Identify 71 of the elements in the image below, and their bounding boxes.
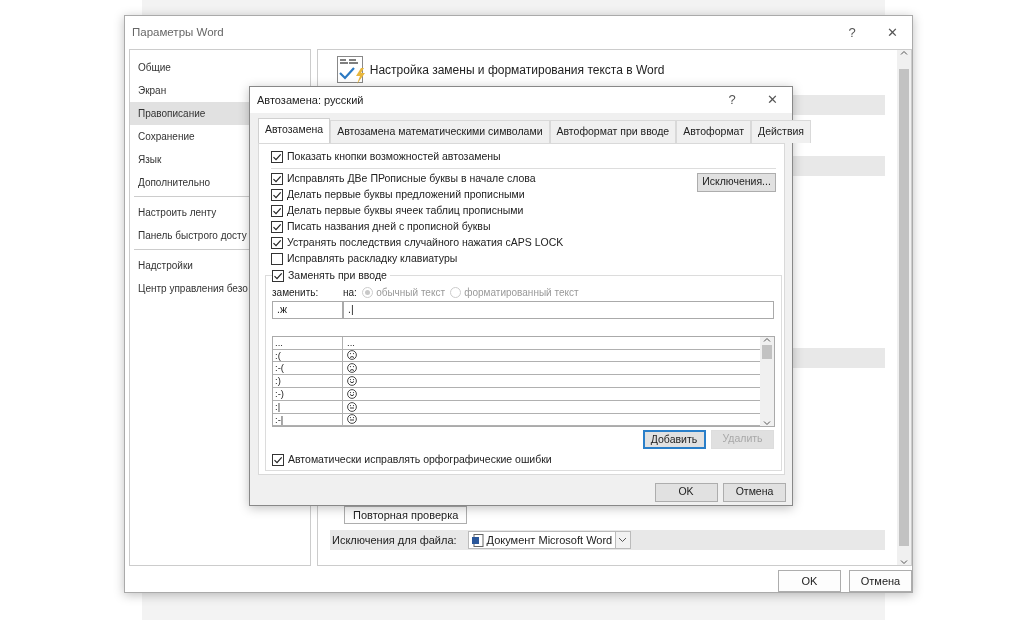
checkbox[interactable]: [271, 236, 283, 249]
tab[interactable]: Действия: [751, 120, 812, 143]
smile-face-icon: [347, 388, 357, 399]
close-button[interactable]: ✕: [872, 21, 912, 44]
smile-face-icon: [347, 376, 357, 387]
checkbox-label: Заменять при вводе: [288, 267, 387, 283]
checkbox[interactable]: [271, 252, 283, 265]
checkbox[interactable]: [272, 453, 284, 466]
cancel-button[interactable]: Отмена: [723, 482, 786, 502]
window-title: Параметры Word: [132, 24, 225, 40]
ok-button[interactable]: OK: [654, 482, 718, 502]
list-cell: :|: [273, 400, 343, 413]
checkbox-label: Автоматически исправлять орфографические ошибки: [288, 451, 552, 467]
checkbox[interactable]: [272, 269, 284, 282]
scroll-down-icon: [900, 560, 908, 565]
radio-label: обычный текст: [376, 285, 445, 300]
file-dropdown[interactable]: Документ Microsoft Word: [468, 531, 631, 549]
scroll-thumb[interactable]: [899, 69, 909, 546]
field-label: Исключения для файла:: [332, 532, 457, 548]
sad-face-icon: [347, 363, 357, 374]
section-heading: Настройка замены и форматирования текста в Word: [369, 62, 665, 79]
checkbox[interactable]: [271, 150, 283, 163]
sad-face-icon: [347, 350, 357, 361]
list-cell: :-): [273, 387, 343, 400]
recheck-button[interactable]: Повторная проверка: [344, 506, 468, 524]
list-cell: :-(: [273, 362, 343, 375]
ok-button[interactable]: OK: [778, 570, 841, 592]
scrollbar[interactable]: [760, 336, 774, 426]
document-icon: [471, 533, 484, 547]
checkbox-label: Делать первые буквы предложений прописными: [287, 186, 525, 202]
field-label: заменить:: [272, 285, 320, 300]
cancel-button[interactable]: Отмена: [849, 570, 912, 592]
checkbox-label: Делать первые буквы ячеек таблиц прописными: [287, 202, 524, 218]
checkbox-label: Исправлять раскладку клавиатуры: [287, 250, 458, 266]
help-button[interactable]: ?: [712, 89, 752, 111]
checkbox-label: Устранять последствия случайного нажатия cAPS LOCK: [287, 234, 564, 250]
checkbox[interactable]: [271, 188, 283, 201]
help-button[interactable]: ?: [832, 21, 872, 44]
scroll-up-icon: [900, 50, 908, 55]
list-cell: :): [273, 375, 343, 387]
scroll-thumb[interactable]: [762, 344, 772, 359]
neutral-face-icon: [347, 414, 357, 425]
scroll-down-icon: [763, 420, 771, 426]
list-cell: ...: [347, 336, 355, 349]
replace-field[interactable]: .ж: [272, 300, 343, 319]
replacement-list[interactable]: ... ... :( :-( :) :-) :| :-|: [272, 335, 775, 427]
neutral-face-icon: [347, 401, 357, 412]
add-button[interactable]: Добавить: [642, 429, 706, 449]
tab[interactable]: Автоформат при вводе: [549, 120, 677, 143]
list-cell: ...: [273, 336, 343, 349]
close-button[interactable]: ✕: [752, 89, 792, 111]
checkbox-label: Показать кнопки возможностей автозамены: [287, 148, 501, 164]
checkbox[interactable]: [271, 204, 283, 217]
tab[interactable]: Автоформат: [676, 120, 752, 143]
dropdown-text: Документ Microsoft Word: [486, 532, 613, 548]
scrollbar[interactable]: [897, 50, 911, 565]
chevron-down-icon: [618, 537, 628, 543]
with-field[interactable]: .|: [343, 300, 774, 319]
tab[interactable]: Автозамена: [258, 118, 331, 143]
radio-label: форматированный текст: [464, 285, 579, 300]
checkbox-label: Исправлять ДВе ПРописные буквы в начале слова: [287, 170, 536, 186]
tab[interactable]: Автозамена математическими символами: [330, 120, 550, 143]
scroll-up-icon: [763, 336, 771, 342]
list-cell: :-|: [273, 413, 343, 426]
exceptions-button[interactable]: Исключения...: [697, 172, 776, 192]
sidebar-item[interactable]: Общие: [130, 56, 310, 79]
checkbox[interactable]: [271, 172, 283, 185]
checkbox[interactable]: [271, 220, 283, 233]
checkbox-label: Писать названия дней с прописной буквы: [287, 218, 491, 234]
list-cell: :(: [273, 349, 343, 362]
field-label: на:: [343, 285, 357, 300]
